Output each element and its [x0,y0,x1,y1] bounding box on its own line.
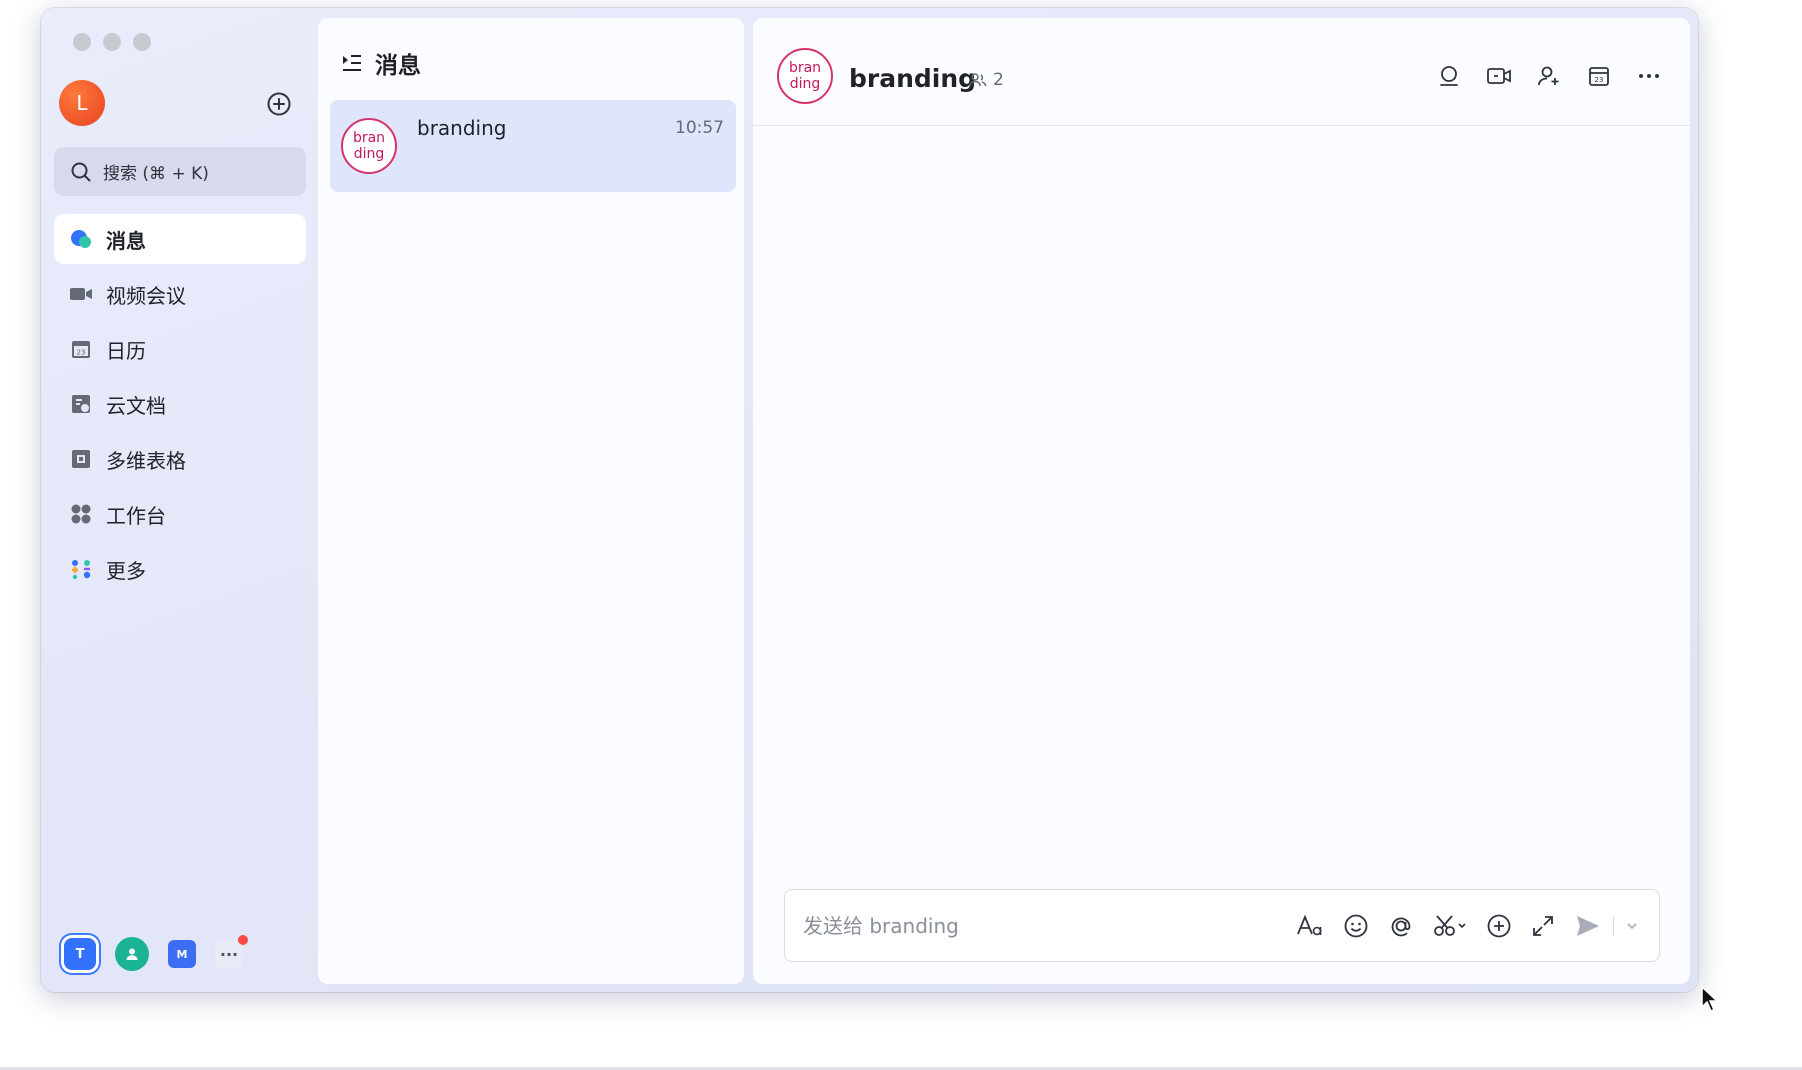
sidebar-item-docs[interactable]: 云文档 [54,379,306,429]
send-button[interactable] [1574,912,1602,940]
calendar-icon: 23 [1589,67,1609,86]
calendar-icon: 23 [69,337,93,361]
minimize-window-button[interactable] [103,33,121,51]
emoji-button[interactable] [1343,912,1369,940]
message-input[interactable] [803,910,1203,942]
member-count-value: 2 [993,70,1004,90]
tenant-more-button[interactable]: ··· [215,935,248,968]
at-icon [1391,917,1411,937]
add-member-button[interactable] [1536,63,1562,89]
video-icon [1487,68,1511,84]
conversation-time: 10:57 [675,118,724,138]
emoji-icon [1344,914,1368,938]
send-options-button[interactable] [1625,912,1639,940]
more-options-button[interactable] [1636,63,1662,89]
search-box[interactable]: 搜索 (⌘ + K) [54,147,306,196]
user-avatar[interactable]: L [59,80,105,126]
conversation-avatar: bran ding [341,118,397,174]
sidebar-item-label: 云文档 [106,393,166,418]
scissors-icon [1434,915,1466,936]
plus-circle-icon [267,92,291,116]
tenant-switcher: T M ··· [64,935,248,971]
list-title: 消息 [375,53,421,79]
video-meeting-icon [69,282,93,306]
window-controls [73,33,151,51]
text-format-button[interactable] [1296,912,1324,940]
send-icon [1577,916,1599,936]
divider [1613,916,1614,936]
chat-search-icon [1440,66,1458,86]
sidebar-item-label: 视频会议 [106,283,186,308]
list-header: 消息 [341,46,421,80]
tenant-m[interactable]: M [168,940,196,968]
sidebar-item-workplace[interactable]: 工作台 [54,489,306,539]
add-user-icon [1538,66,1559,86]
svg-text:23: 23 [1595,76,1604,84]
messages-icon [69,227,93,251]
member-count[interactable]: 2 [969,70,1004,90]
mention-button[interactable] [1388,912,1414,940]
chat-panel: bran ding branding 2 23 发送给 branding [753,18,1690,984]
workplace-icon [69,502,93,526]
ellipsis-icon [1639,74,1659,78]
chat-header: bran ding branding 2 23 [753,18,1690,126]
search-icon [71,162,91,181]
composer-tools [1296,912,1639,940]
calendar-button[interactable]: 23 [1586,63,1612,89]
collapse-list-icon[interactable] [341,53,363,73]
chat-title[interactable]: branding [849,64,976,93]
screenshot-button[interactable] [1433,912,1467,940]
members-icon [969,73,987,87]
sidebar-item-label: 消息 [106,228,146,253]
add-attachment-button[interactable] [1486,912,1512,940]
sidebar-item-label: 日历 [106,338,146,363]
sidebar-item-label: 多维表格 [106,448,186,473]
sidebar-item-more[interactable]: 更多 [54,544,306,594]
user-avatar-initial: L [76,91,88,115]
conversation-list-panel: 消息 bran ding branding 10:57 [318,18,744,984]
conversation-item[interactable]: bran ding branding 10:57 [330,100,736,192]
chat-header-actions: 23 [1436,63,1662,89]
plus-circle-icon [1487,914,1511,938]
mouse-cursor-icon [1701,985,1718,1013]
app-window: L 搜索 (⌘ + K) 消息 视频会议 23 日历 云文档 多维表格 工作台 … [41,8,1698,992]
user-icon [126,948,138,960]
more-apps-icon [69,557,93,581]
sidebar-item-label: 工作台 [106,503,166,528]
base-table-icon [69,447,93,471]
conversation-name: branding [417,116,507,140]
text-format-icon [1297,914,1322,936]
sidebar-nav: 消息 视频会议 23 日历 云文档 多维表格 工作台 更多 [54,214,306,599]
sidebar-item-video-meeting[interactable]: 视频会议 [54,269,306,319]
maximize-window-button[interactable] [133,33,151,51]
tenant-personal[interactable] [115,937,149,971]
notification-dot [238,935,248,945]
sidebar-item-calendar[interactable]: 23 日历 [54,324,306,374]
search-placeholder: 搜索 (⌘ + K) [103,164,209,184]
chat-avatar[interactable]: bran ding [777,48,833,104]
sidebar-item-messages[interactable]: 消息 [54,214,306,264]
create-new-button[interactable] [266,91,292,117]
docs-icon [69,392,93,416]
search-chat-button[interactable] [1436,63,1462,89]
expand-icon [1533,916,1553,936]
expand-editor-button[interactable] [1531,912,1555,940]
svg-text:23: 23 [77,349,86,357]
video-call-button[interactable] [1486,63,1512,89]
sidebar-item-label: 更多 [106,558,146,583]
sidebar-item-base[interactable]: 多维表格 [54,434,306,484]
message-composer [784,889,1660,962]
close-window-button[interactable] [73,33,91,51]
chevron-down-icon [1627,923,1637,930]
tenant-t[interactable]: T [64,938,96,970]
